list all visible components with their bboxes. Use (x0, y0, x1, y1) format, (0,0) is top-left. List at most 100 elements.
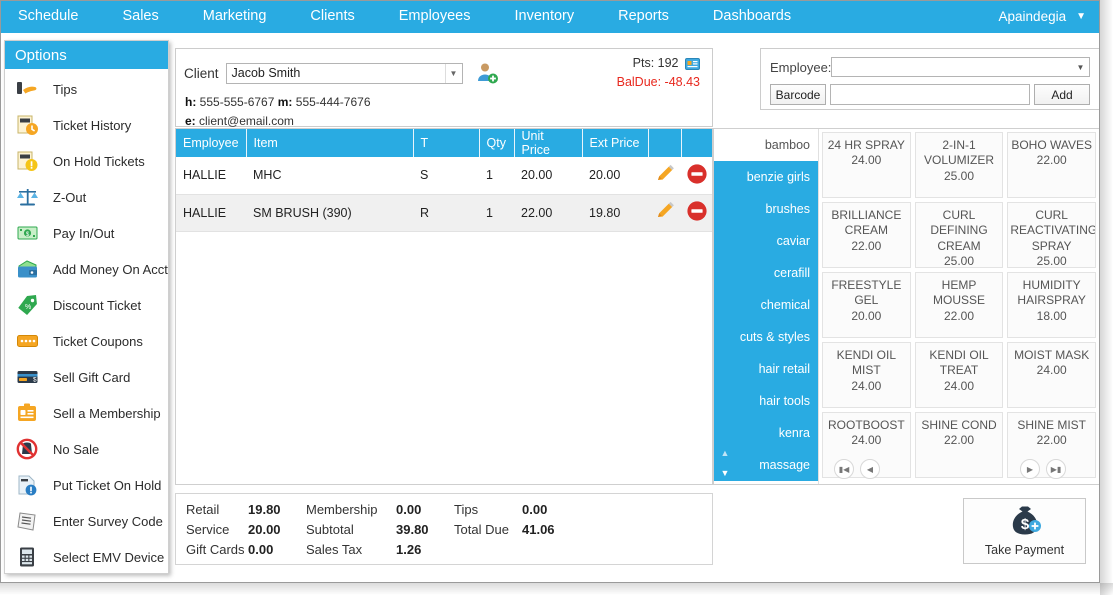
sidebar-item-tips[interactable]: Tips (5, 71, 168, 107)
menu-inventory[interactable]: Inventory (492, 0, 596, 33)
column-header[interactable]: Qty (479, 129, 515, 157)
column-header[interactable]: T (413, 129, 480, 157)
window-shadow-bottom (0, 583, 1113, 595)
menu-reports[interactable]: Reports (596, 0, 691, 33)
table-row[interactable]: HALLIE MHC S 1 20.00 20.00 (176, 157, 712, 195)
product-button[interactable]: KENDI OIL TREAT 24.00 (914, 342, 1004, 408)
cell-item: MHC (246, 157, 413, 195)
sidebar-item-discount-ticket[interactable]: % Discount Ticket (5, 287, 168, 323)
product-price: 20.00 (851, 308, 882, 323)
product-grid-column: 24 HR SPRAY 24.00 2-IN-1 VOLUMIZER 25.00 BOH… (819, 129, 1099, 484)
product-button[interactable]: BRILLIANCE CREAM 22.00 (822, 202, 911, 268)
total-label: Retail (186, 502, 220, 517)
column-header[interactable]: Ext Price (582, 129, 649, 157)
scroll-down-icon[interactable]: ▼ (719, 468, 731, 478)
menu-sales[interactable]: Sales (100, 0, 180, 33)
category-item[interactable]: bamboo (714, 129, 818, 161)
menu-schedule[interactable]: Schedule (0, 0, 100, 33)
product-button[interactable]: CURL DEFINING CREAM 25.00 (914, 202, 1004, 268)
product-button[interactable]: 2-IN-1 VOLUMIZER 25.00 (914, 132, 1004, 198)
product-button[interactable]: MOIST MASK 24.00 (1007, 342, 1096, 408)
sidebar-item-pay-in-out[interactable]: $ Pay In/Out (5, 215, 168, 251)
sidebar-item-sell-gift-card[interactable]: $ Sell Gift Card (5, 359, 168, 395)
points-balance-block: Pts: 192 BalDue: -48.43 (617, 56, 704, 90)
sidebar-item-add-money-on-acct[interactable]: Add Money On Acct (5, 251, 168, 287)
category-item[interactable]: benzie girls (714, 161, 818, 193)
product-name: CURL REACTIVATING SPRAY (1010, 208, 1096, 253)
on-hold-tickets-icon (15, 149, 41, 173)
menu-clients[interactable]: Clients (288, 0, 376, 33)
prev-page-button[interactable]: ◀ (860, 459, 880, 479)
chevron-down-icon[interactable]: ▼ (444, 63, 462, 83)
table-body: HALLIE MHC S 1 20.00 20.00 HALLIE SM BRUSH (390… (176, 157, 712, 232)
column-header[interactable] (648, 129, 682, 157)
column-header[interactable]: Item (246, 129, 414, 157)
column-header[interactable]: Unit Price (514, 129, 583, 157)
total-label: Subtotal (306, 522, 354, 537)
column-header[interactable]: Employee (176, 129, 247, 157)
category-item[interactable]: cuts & styles (714, 321, 818, 353)
chevron-down-icon[interactable]: ▼ (1072, 58, 1089, 76)
employee-label: Employee: (770, 59, 832, 75)
account-menu[interactable]: Apaindegia ▼ (999, 0, 1086, 33)
add-client-icon[interactable] (475, 61, 499, 85)
category-item[interactable]: chemical (714, 289, 818, 321)
product-button[interactable]: HUMIDITY HAIRSPRAY 18.00 (1007, 272, 1096, 338)
money-bag-icon: $ (1008, 506, 1042, 541)
barcode-button[interactable]: Barcode (770, 84, 826, 105)
product-name: KENDI OIL TREAT (929, 348, 989, 378)
employee-dropdown[interactable]: ▼ (831, 57, 1090, 77)
delete-row-button[interactable] (681, 157, 712, 195)
edit-row-button[interactable] (648, 194, 681, 232)
take-payment-button[interactable]: $ Take Payment (963, 498, 1086, 564)
product-button[interactable]: 24 HR SPRAY 24.00 (822, 132, 911, 198)
membership-card-icon (685, 58, 700, 75)
product-button[interactable]: FREESTYLE GEL 20.00 (822, 272, 911, 338)
table-row[interactable]: HALLIE SM BRUSH (390) R 1 22.00 19.80 (176, 194, 712, 232)
first-page-button[interactable]: ▮◀ (834, 459, 854, 479)
sidebar-item-enter-survey-code[interactable]: Enter Survey Code (5, 503, 168, 539)
client-info-panel: Client Jacob Smith ▼ Pts: 192 BalDue: -4… (175, 48, 713, 128)
take-payment-label: Take Payment (984, 542, 1065, 557)
cell-unit-price: 22.00 (514, 194, 582, 232)
sidebar-item-ticket-coupons[interactable]: Ticket Coupons (5, 323, 168, 359)
cell-unit-price: 20.00 (514, 157, 582, 195)
sidebar-item-z-out[interactable]: Z-Out (5, 179, 168, 215)
menu-marketing[interactable]: Marketing (181, 0, 289, 33)
category-item[interactable]: brushes (714, 193, 818, 225)
sidebar-item-no-sale[interactable]: No Sale (5, 431, 168, 467)
last-page-button[interactable]: ▶▮ (1046, 459, 1066, 479)
category-item[interactable]: hair retail (714, 353, 818, 385)
product-button[interactable]: CURL REACTIVATING SPRAY 25.00 (1007, 202, 1096, 268)
product-button[interactable]: HEMP MOUSSE 22.00 (914, 272, 1004, 338)
scroll-up-icon[interactable]: ▲ (719, 448, 731, 458)
delete-row-button[interactable] (681, 194, 712, 232)
total-value: 20.00 (248, 522, 281, 537)
ticket-history-icon (15, 113, 41, 137)
total-value: 0.00 (396, 502, 422, 517)
tips-icon (15, 77, 41, 101)
sidebar-item-put-ticket-on-hold[interactable]: Put Ticket On Hold (5, 467, 168, 503)
category-item[interactable]: cerafill (714, 257, 818, 289)
category-item[interactable]: caviar (714, 225, 818, 257)
add-button[interactable]: Add (1034, 84, 1090, 105)
email-value: client@email.com (199, 113, 294, 128)
sidebar-item-on-hold-tickets[interactable]: On Hold Tickets (5, 143, 168, 179)
product-button[interactable]: KENDI OIL MIST 24.00 (822, 342, 911, 408)
menu-employees[interactable]: Employees (377, 0, 493, 33)
column-header[interactable] (681, 129, 712, 157)
category-item[interactable]: kenra (714, 417, 818, 449)
next-page-button[interactable]: ▶ (1020, 459, 1040, 479)
client-dropdown[interactable]: Jacob Smith ▼ (225, 62, 463, 84)
total-value: 19.80 (248, 502, 281, 517)
edit-row-button[interactable] (648, 157, 681, 195)
sidebar-item-select-emv-device[interactable]: Select EMV Device (5, 539, 168, 573)
menu-dashboards[interactable]: Dashboards (691, 0, 813, 33)
product-button[interactable]: BOHO WAVES 22.00 (1007, 132, 1096, 198)
points-value: Pts: 192 (632, 56, 679, 70)
total-value: 0.00 (522, 502, 548, 517)
barcode-input[interactable] (830, 84, 1030, 105)
sidebar-item-ticket-history[interactable]: Ticket History (5, 107, 168, 143)
sidebar-item-sell-a-membership[interactable]: Sell a Membership (5, 395, 168, 431)
category-item[interactable]: hair tools (714, 385, 818, 417)
